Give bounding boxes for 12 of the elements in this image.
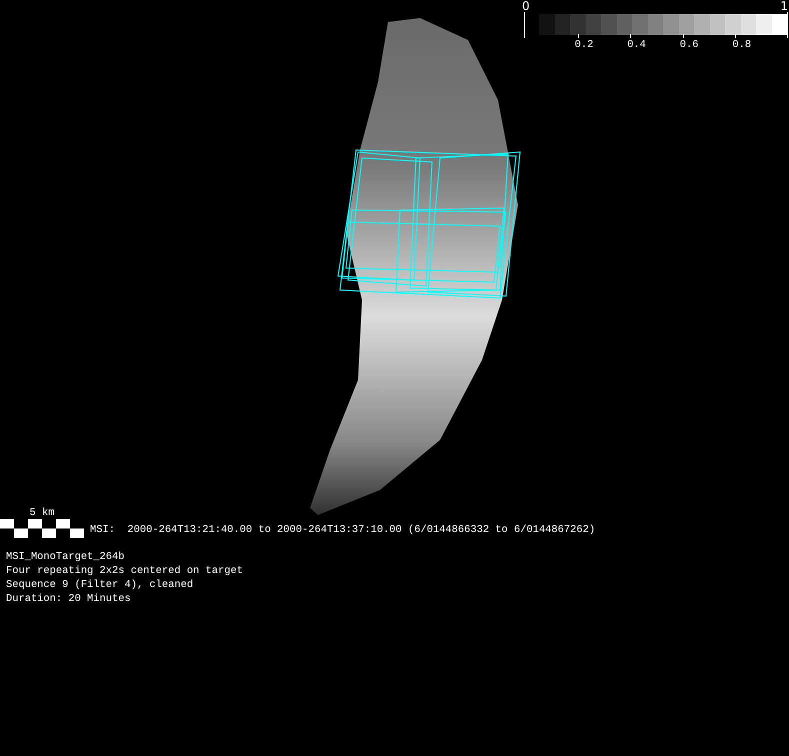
time-range-text: MSI: 2000-264T13:21:40.00 to 2000-264T13:37:10.00 (6/0144866332 to 6/0144867262) bbox=[90, 523, 596, 537]
info-line: Four repeating 2x2s centered on target bbox=[6, 564, 243, 578]
info-line: Duration: 20 Minutes bbox=[6, 592, 131, 606]
colorbar-tick-label: 0.8 bbox=[732, 39, 752, 51]
colorbar-tick-label: 0.6 bbox=[680, 39, 699, 51]
info-line: MSI_MonoTarget_264b bbox=[6, 550, 124, 564]
colorbar-max-label: 1 bbox=[780, 0, 788, 12]
colorbar-min-label: 0 bbox=[522, 0, 530, 12]
colorbar-tick-label: 0.2 bbox=[574, 39, 594, 51]
colorbar-tick-label: 0.4 bbox=[627, 39, 646, 51]
scale-label: 5 km bbox=[30, 507, 54, 519]
info-line: Sequence 9 (Filter 4), cleaned bbox=[6, 578, 194, 592]
